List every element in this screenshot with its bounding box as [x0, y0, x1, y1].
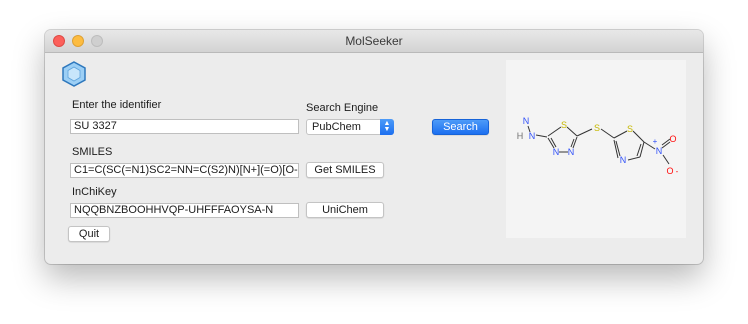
- unichem-button[interactable]: UniChem: [306, 202, 384, 218]
- atom-n: N: [568, 147, 575, 157]
- atom-n: N: [656, 146, 663, 156]
- search-button[interactable]: Search: [432, 119, 489, 135]
- app-window: MolSeeker Enter the identifier SU 3327 S…: [45, 30, 703, 264]
- hexagon-molecule-icon: [62, 61, 86, 87]
- get-smiles-button[interactable]: Get SMILES: [306, 162, 384, 178]
- atom-s: S: [561, 120, 567, 130]
- inchikey-input[interactable]: NQQBNZBOOHHVQP-UHFFFAOYSA-N: [70, 203, 299, 218]
- molecule-structure-image: N H N S N N S S N N + O O -: [506, 60, 686, 238]
- window-title: MolSeeker: [345, 34, 403, 48]
- charge-minus: -: [676, 167, 679, 176]
- smiles-input[interactable]: C1=C(SC(=N1)SC2=NN=C(S2)N)[N+](=O)[O-: [70, 163, 299, 178]
- atom-h: H: [517, 131, 524, 141]
- molecule-atom-labels: N H N S N N S S N N + O O -: [517, 116, 679, 176]
- search-engine-selected: PubChem: [312, 121, 361, 133]
- charge-plus: +: [653, 137, 658, 146]
- inchikey-label: InChiKey: [72, 186, 117, 198]
- atom-s: S: [627, 124, 633, 134]
- atom-s: S: [594, 123, 600, 133]
- search-engine-label: Search Engine: [306, 102, 379, 114]
- smiles-label: SMILES: [72, 146, 113, 158]
- atom-o: O: [666, 166, 673, 176]
- quit-button[interactable]: Quit: [68, 226, 110, 242]
- atom-o: O: [669, 134, 676, 144]
- atom-n: N: [523, 116, 530, 126]
- atom-n: N: [553, 147, 560, 157]
- molecule-drawing: N H N S N N S S N N + O O -: [517, 116, 679, 176]
- select-arrows-icon: ▲ ▼: [380, 119, 394, 135]
- atom-n: N: [620, 155, 627, 165]
- identifier-label: Enter the identifier: [72, 99, 162, 111]
- atom-n: N: [529, 131, 536, 141]
- identifier-input[interactable]: SU 3327: [70, 119, 299, 134]
- title-bar[interactable]: MolSeeker: [45, 30, 703, 53]
- search-engine-select[interactable]: PubChem ▲ ▼: [306, 119, 394, 135]
